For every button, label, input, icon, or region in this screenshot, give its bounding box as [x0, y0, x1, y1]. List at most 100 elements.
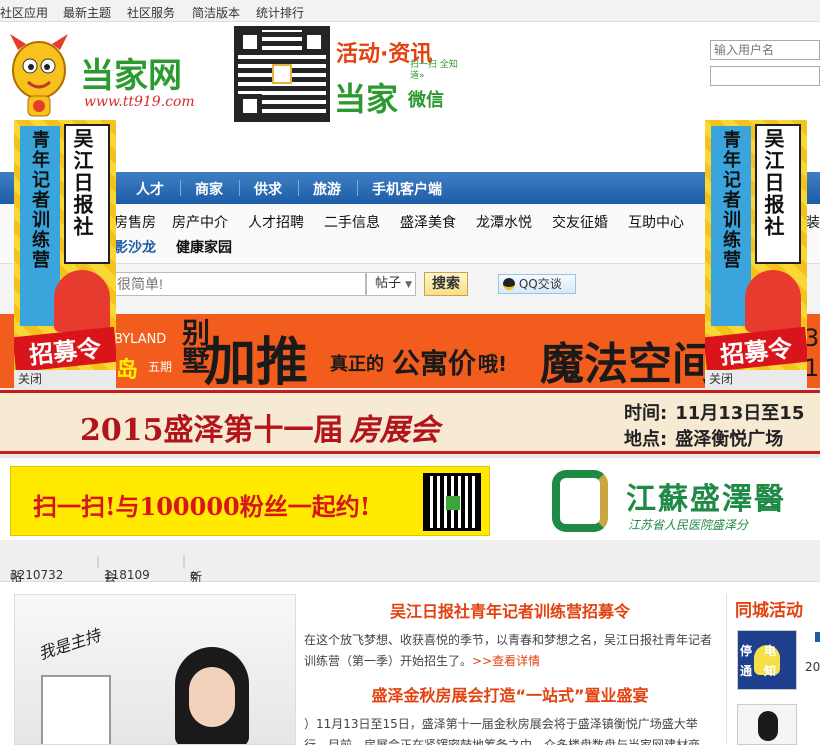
villa-text-real: 真正的	[330, 354, 384, 375]
activity-item-blue-mark	[815, 632, 820, 642]
topbar-link-simple[interactable]: 简洁版本	[192, 4, 240, 21]
villa-phase: 五期	[148, 360, 173, 374]
fair-time-value: 11月13日至15	[675, 403, 805, 424]
subnav-salon[interactable]: 影沙龙	[114, 237, 156, 257]
right-ad-close-button[interactable]: 关闭	[705, 370, 807, 388]
activity-item-power-text: 停电通知	[740, 644, 789, 678]
nav-travel[interactable]: 旅游	[313, 179, 341, 199]
left-ad-close-button[interactable]: 关闭	[14, 370, 116, 388]
hospital-ad-banner[interactable]: 江蘇盛澤醫 江苏省人民医院盛泽分	[548, 466, 820, 536]
villa-text-magic: 魔法空间	[540, 339, 716, 388]
promo-weixin: 微信	[408, 90, 444, 111]
subnav-secondhand[interactable]: 二手信息	[324, 212, 380, 232]
fair-place: 地点: 盛泽衡悦广场	[624, 425, 783, 451]
news-body-1: 在这个放飞梦想、收获喜悦的季节，以青春和梦想之名，吴江日报社青年记者训练营（第一…	[304, 630, 716, 672]
topbar-link-apps[interactable]: 社区应用	[0, 4, 48, 21]
subnav-help[interactable]: 互助中心	[628, 212, 684, 232]
hospital-logo-icon	[552, 470, 608, 532]
subnav-agency[interactable]: 房产中介	[172, 212, 228, 232]
ad-row: 扫一扫!与100000粉丝一起约! 江蘇盛澤醫 江苏省人民医院盛泽分	[0, 458, 820, 540]
topbar-link-service[interactable]: 社区服务	[127, 4, 175, 21]
nav-mobile-client[interactable]: 手机客户端	[372, 179, 442, 199]
fair-place-label: 地点:	[624, 429, 668, 450]
subnav-longtan[interactable]: 龙潭水悦	[476, 212, 532, 232]
subnav-decor[interactable]: 装	[806, 212, 820, 232]
mascot-logo[interactable]	[4, 30, 74, 120]
username-input[interactable]	[710, 40, 820, 60]
subnav-food[interactable]: 盛泽美食	[400, 212, 456, 232]
promo-dangjia: 当家	[334, 80, 399, 118]
subnav-health[interactable]: 健康家园	[176, 237, 232, 257]
nav-divider	[180, 180, 181, 196]
fair-title-main: 2015盛泽第十一届	[80, 413, 344, 448]
activity-item-date: 20	[805, 660, 820, 674]
search-input[interactable]	[112, 272, 366, 296]
qq-chat-button[interactable]: QQ交谈	[498, 274, 576, 294]
subnav-jobs[interactable]: 人才招聘	[248, 212, 304, 232]
photo-caption: 我是主持	[36, 625, 103, 664]
topbar-link-latest[interactable]: 最新主题	[63, 4, 111, 21]
ad-figure	[54, 270, 110, 332]
stat-divider: |	[182, 554, 187, 568]
villa-text-push: 加推	[204, 332, 309, 388]
fair-title: 2015盛泽第十一届 房展会	[80, 405, 440, 449]
nav-divider	[298, 180, 299, 196]
ad-line-newspaper: 吴江日报社	[70, 128, 94, 238]
activity-item-2[interactable]	[737, 704, 797, 745]
villa-text-oh: 哦!	[478, 352, 508, 376]
scan-ad-text: 扫一扫!与100000粉丝一起约!	[33, 492, 371, 521]
chevron-down-icon: ▼	[405, 280, 413, 290]
search-button[interactable]: 搜索	[424, 272, 468, 296]
nav-merchant[interactable]: 商家	[195, 179, 223, 199]
activity-sidebar: 同城活动 停电通知 20	[726, 594, 820, 745]
ad-line-camp: 青年记者训练营	[720, 130, 741, 270]
site-logo[interactable]: 当家网	[80, 48, 182, 97]
nav-divider	[357, 180, 358, 196]
search-scope-label: 帖子	[375, 276, 402, 291]
ad-line-camp: 青年记者训练营	[29, 130, 50, 270]
sub-nav: 房售房 房产中介 人才招聘 二手信息 盛泽美食 龙潭水悦 交友征婚 互助中心 装…	[0, 204, 820, 264]
hospital-name: 江蘇盛澤醫	[626, 482, 786, 517]
qq-penguin-icon	[503, 278, 515, 290]
stat-members-value: 118109	[104, 568, 150, 582]
ad-figure	[745, 270, 801, 332]
villa-text-price: 公寓价	[392, 347, 477, 380]
password-input[interactable]	[710, 66, 820, 86]
stat-divider: |	[96, 554, 101, 568]
right-floating-ad[interactable]: 吴江日报社 青年记者训练营 招募令 关闭	[705, 120, 807, 388]
subnav-house-sale[interactable]: 房售房	[114, 212, 156, 232]
news-more-link[interactable]: >>查看详情	[472, 654, 540, 668]
house-fair-banner[interactable]: 2015盛泽第十一届 房展会 时间: 11月13日至15 地点: 盛泽衡悦广场	[0, 390, 820, 454]
nav-divider	[239, 180, 240, 196]
main-content: 我是主持 吴江日报社青年记者训练营招募令 在这个放飞梦想、收获喜悦的季节，以青春…	[0, 582, 820, 745]
left-floating-ad[interactable]: 吴江日报社 青年记者训练营 招募令 关闭	[14, 120, 116, 388]
photo-whiteboard	[41, 675, 111, 744]
stat-new-value[interactable]: e	[190, 568, 197, 582]
ad-line-newspaper: 吴江日报社	[761, 128, 785, 238]
stat-posts-value: 3210732	[10, 568, 64, 582]
activity-item-power[interactable]: 停电通知	[737, 630, 797, 690]
qq-chat-label: QQ交谈	[518, 277, 562, 291]
news-title-1[interactable]: 吴江日报社青年记者训练营招募令	[300, 598, 720, 622]
search-scope-select[interactable]: 帖子 ▼	[366, 272, 416, 296]
site-header: 当家网 www.tt919.com 活动·资讯 扫一扫 全知道» 当家 微信	[0, 22, 820, 172]
site-url: www.tt919.com	[84, 94, 195, 110]
fair-time-label: 时间:	[624, 403, 668, 424]
villa-brand: BYLAND	[114, 332, 167, 347]
subnav-dating[interactable]: 交友征婚	[552, 212, 608, 232]
scan-ad-qr	[423, 473, 481, 531]
villa-ad-banner[interactable]: BYLAND 岛 五期 别墅 加推 真正的 公寓价 哦! 魔法空间 36 18	[0, 314, 820, 388]
nav-supply[interactable]: 供求	[254, 179, 282, 199]
fair-place-value: 盛泽衡悦广场	[675, 429, 784, 450]
scan-ad-banner[interactable]: 扫一扫!与100000粉丝一起约!	[10, 466, 490, 536]
hospital-sub: 江苏省人民医院盛泽分	[628, 518, 749, 532]
villa-island: 岛	[116, 358, 139, 383]
main-nav: 人才 商家 供求 旅游 手机客户端	[0, 172, 820, 204]
news-title-2[interactable]: 盛泽金秋房展会打造“一站式”置业盛宴	[300, 682, 720, 706]
featured-photo[interactable]: 我是主持	[14, 594, 296, 745]
search-bar: 帖子 ▼ 搜索 QQ交谈	[0, 264, 820, 314]
fair-title-script: 房展会	[349, 413, 440, 448]
topbar-link-stats[interactable]: 统计排行	[256, 4, 304, 21]
fair-time: 时间: 11月13日至15	[624, 399, 804, 425]
nav-talent[interactable]: 人才	[136, 179, 164, 199]
